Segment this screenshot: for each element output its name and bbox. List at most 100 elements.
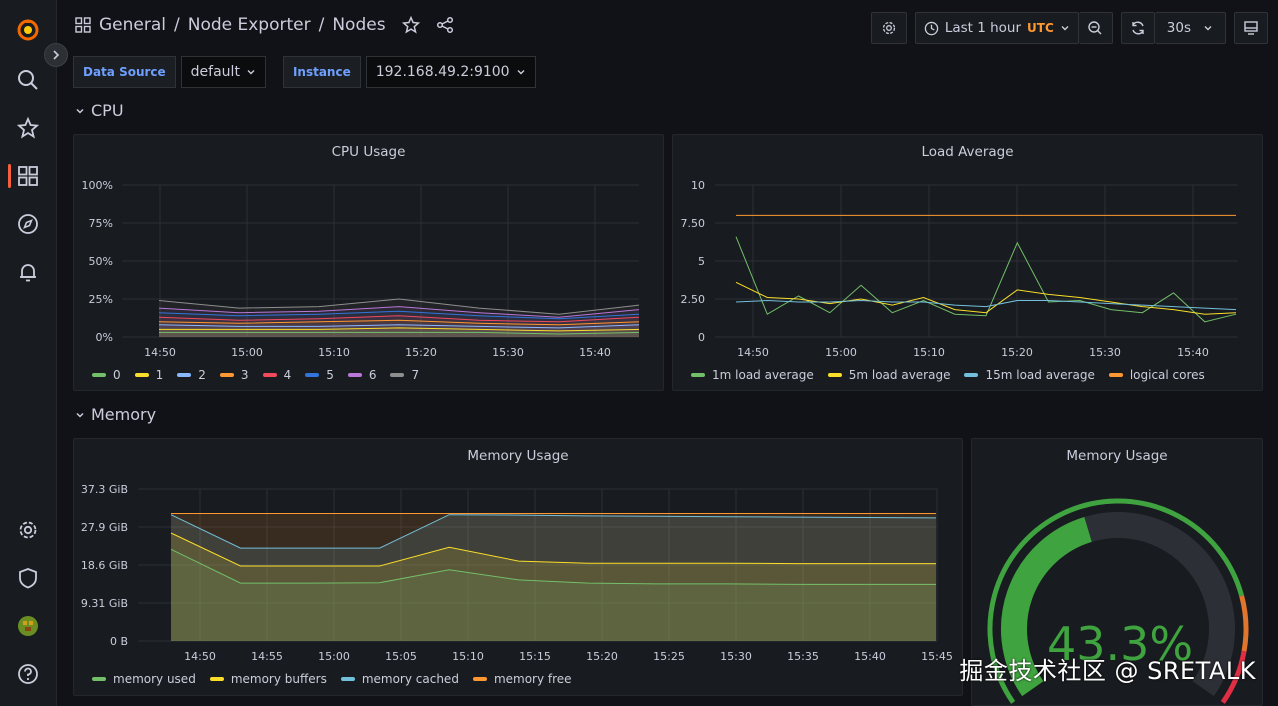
help-icon[interactable] <box>14 660 42 688</box>
legend-label: logical cores <box>1129 368 1205 382</box>
legend-swatch <box>340 677 355 681</box>
variable-value: 192.168.49.2:9100 <box>375 64 510 80</box>
legend-item[interactable]: 7 <box>390 368 419 382</box>
legend-label: memory used <box>113 672 196 686</box>
dashboards-icon[interactable] <box>14 162 42 190</box>
favorite-star-icon[interactable] <box>401 16 420 34</box>
breadcrumb-separator: / <box>318 15 325 35</box>
grafana-logo-icon[interactable] <box>14 16 42 44</box>
row-title-memory: Memory <box>91 405 157 424</box>
breadcrumb-parent[interactable]: Node Exporter <box>188 15 311 35</box>
top-navbar: General / Node Exporter / Nodes Last 1 h… <box>57 0 1278 56</box>
y-tick-label: 2.50 <box>681 293 706 306</box>
legend-item[interactable]: memory free <box>472 672 572 686</box>
cpu-usage-graph[interactable]: 100% 75% 50% 25% 0% 14:50 15:00 15:10 15:20 15:30… <box>74 135 665 392</box>
configuration-gear-icon[interactable] <box>14 516 42 544</box>
legend-swatch <box>691 373 705 377</box>
dashboard-grid-icon <box>75 17 91 33</box>
legend-item[interactable]: 4 <box>262 368 292 382</box>
panel-cpu-usage[interactable]: CPU Usage 100% 75% 50% 25% 0% 14:50 15:00 15:10… <box>73 134 664 391</box>
x-tick-label: 15:35 <box>787 650 819 663</box>
row-cpu[interactable]: CPU <box>75 101 124 120</box>
breadcrumb-folder[interactable]: General <box>99 15 166 35</box>
x-tick-label: 15:30 <box>720 650 752 663</box>
legend-label: 5 <box>326 368 334 382</box>
legend-item[interactable]: memory buffers <box>209 672 327 686</box>
row-title-cpu: CPU <box>91 101 124 120</box>
legend-swatch <box>92 677 106 681</box>
refresh-interval-picker[interactable]: 30s <box>1154 12 1226 44</box>
y-tick-label: 10 <box>691 179 705 192</box>
legend-swatch <box>1108 373 1123 377</box>
legend: 0 1 2 3 4 5 6 7 <box>92 368 419 382</box>
x-tick-label: 15:30 <box>492 346 524 359</box>
x-tick-label: 15:40 <box>1177 346 1209 359</box>
zoom-out-button[interactable] <box>1078 12 1113 44</box>
refresh-button[interactable] <box>1120 12 1155 44</box>
search-icon[interactable] <box>14 66 42 94</box>
y-tick-label: 0 B <box>110 635 128 648</box>
legend-label: 5m load average <box>848 368 951 382</box>
legend-item[interactable]: 15m load average <box>964 368 1095 382</box>
star-icon[interactable] <box>14 114 42 142</box>
x-tick-label: 15:20 <box>1001 346 1033 359</box>
legend: memory used memory buffers memory cached me… <box>92 672 572 686</box>
x-tick-label: 15:05 <box>385 650 417 663</box>
variable-select-instance[interactable]: 192.168.49.2:9100 <box>365 56 536 88</box>
legend-label: memory cached <box>361 672 459 686</box>
legend-swatch <box>305 373 320 377</box>
dashboard-settings-button[interactable] <box>870 12 907 44</box>
explore-compass-icon[interactable] <box>14 210 42 238</box>
memory-usage-graph[interactable]: 37.3 GiB 27.9 GiB 18.6 GiB 9.31 GiB 0 B 14:50… <box>74 439 964 697</box>
legend-item[interactable]: 1m load average <box>691 368 814 382</box>
legend: 1m load average 5m load average 15m load a… <box>691 368 1205 382</box>
x-tick-label: 14:55 <box>251 650 283 663</box>
user-avatar[interactable] <box>14 612 42 640</box>
variable-label-datasource: Data Source <box>73 56 176 88</box>
legend-label: memory buffers <box>230 672 327 686</box>
series-line-1m-load-average[interactable] <box>735 236 1237 323</box>
legend-item[interactable]: 3 <box>219 368 249 382</box>
legend-label: 4 <box>283 368 292 382</box>
legend-label: 6 <box>368 368 377 382</box>
legend-item[interactable]: 1 <box>134 368 163 382</box>
legend-swatch <box>177 373 192 377</box>
legend-item[interactable]: memory used <box>92 672 196 686</box>
legend-item[interactable]: 5m load average <box>827 368 951 382</box>
x-tick-label: 15:10 <box>452 650 484 663</box>
legend-item[interactable]: 6 <box>347 368 377 382</box>
y-tick-label: 0% <box>96 331 113 344</box>
row-memory[interactable]: Memory <box>75 405 156 424</box>
tv-mode-button[interactable] <box>1234 12 1268 44</box>
legend-label: 7 <box>411 368 420 382</box>
y-tick-label: 18.6 GiB <box>81 559 128 572</box>
legend-item[interactable]: 2 <box>177 368 206 382</box>
legend-label: 0 <box>113 368 121 382</box>
panel-load-average[interactable]: Load Average 10 7.50 5 2.50 0 14:50 15:00 15:10… <box>672 134 1263 391</box>
legend-item[interactable]: 0 <box>92 368 121 382</box>
clock-icon <box>924 21 939 35</box>
refresh-group: 30s <box>1120 12 1226 44</box>
share-icon[interactable] <box>436 16 454 34</box>
legend-item[interactable]: logical cores <box>1108 368 1205 382</box>
alerting-bell-icon[interactable] <box>14 258 42 286</box>
refresh-icon <box>1132 21 1144 35</box>
chevron-down-icon <box>1061 26 1069 31</box>
legend-item[interactable]: memory cached <box>340 672 459 686</box>
expand-sidebar-button[interactable] <box>44 43 68 67</box>
time-range-picker[interactable]: Last 1 hour UTC <box>914 12 1079 44</box>
x-tick-label: 14:50 <box>144 346 176 359</box>
y-tick-label: 37.3 GiB <box>81 483 128 496</box>
zoom-out-icon <box>1088 21 1102 35</box>
legend-swatch <box>262 373 277 377</box>
panel-memory-usage[interactable]: Memory Usage 37.3 GiB 27.9 GiB 18.6 GiB 9.3… <box>73 438 963 696</box>
server-admin-shield-icon[interactable] <box>14 564 42 592</box>
y-tick-label: 25% <box>89 293 113 306</box>
series-line-5m-load-average[interactable] <box>735 281 1237 315</box>
sidebar <box>0 0 57 706</box>
x-tick-label: 15:40 <box>854 650 886 663</box>
load-average-graph[interactable]: 10 7.50 5 2.50 0 14:50 15:00 15:10 15:20 15:30 15:… <box>673 135 1264 392</box>
legend-item[interactable]: 5 <box>305 368 334 382</box>
legend-swatch <box>347 373 362 377</box>
variable-select-datasource[interactable]: default <box>180 56 266 88</box>
